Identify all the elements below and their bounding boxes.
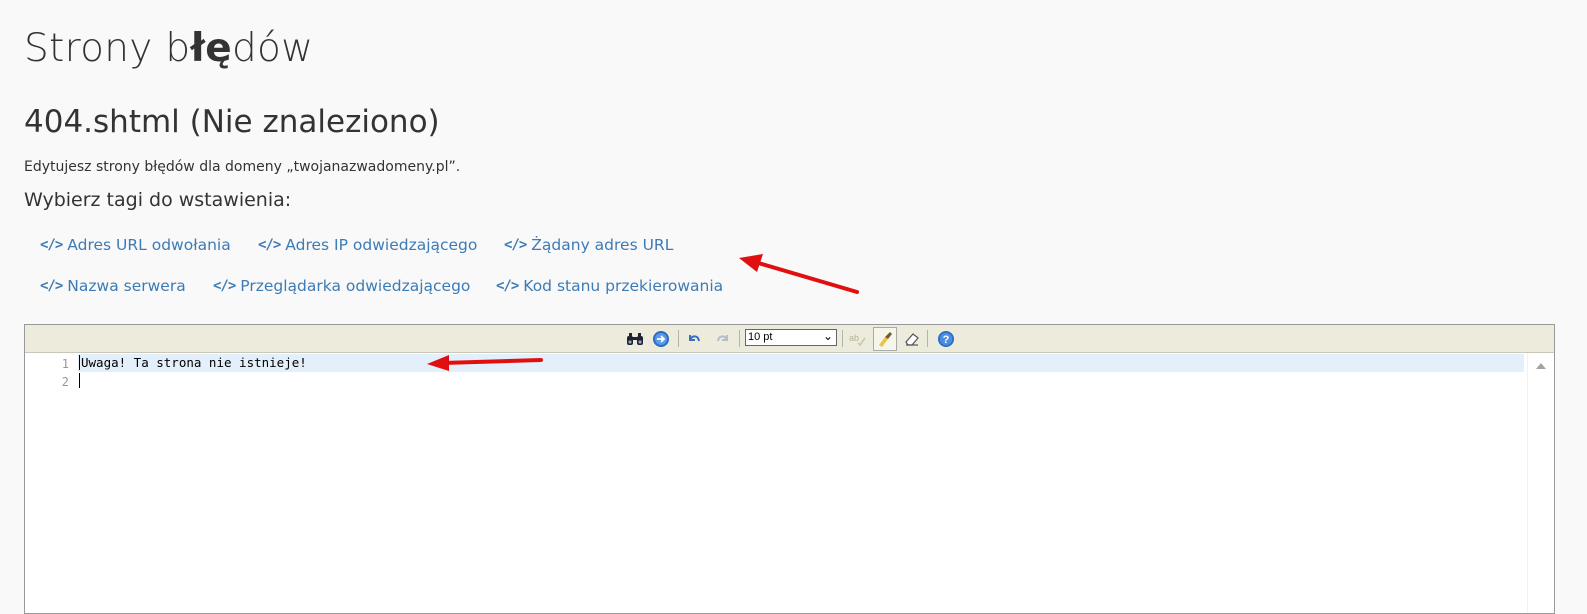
tag-server-name[interactable]: </> Nazwa serwera [40,277,186,295]
code-icon: </> [40,278,63,294]
code-icon: </> [504,237,527,253]
spellcheck-icon[interactable]: ab [847,329,867,349]
tag-visitor-ip[interactable]: </> Adres IP odwiedzającego [258,236,477,254]
vertical-scrollbar[interactable] [1527,353,1554,613]
page-title-part: dów [231,26,314,71]
font-size-select[interactable]: 10 pt ⌄ [745,329,837,346]
line-number: 1 [61,357,69,371]
tag-redirect-status[interactable]: </> Kod stanu przekierowania [496,277,723,295]
tag-label: Przeglądarka odwiedzającego [240,277,471,295]
tag-label: Adres URL odwołania [67,236,231,254]
go-to-line-icon[interactable] [651,329,671,349]
editor-toolbar: 10 pt ⌄ ab ? [25,325,1554,353]
code-line[interactable]: Uwaga! Ta strona nie istnieje! [79,355,307,370]
undo-icon[interactable] [684,329,704,349]
svg-text:ab: ab [849,333,859,343]
tag-visitor-browser[interactable]: </> Przeglądarka odwiedzającego [213,277,470,295]
code-icon: </> [496,278,519,294]
tag-label: Adres IP odwiedzającego [285,236,478,254]
redo-icon[interactable] [713,329,733,349]
code-icon: </> [213,278,236,294]
help-icon[interactable]: ? [936,329,956,349]
reset-icon[interactable] [902,329,922,349]
domain-description: Edytujesz strony błędów dla domeny „twoj… [24,159,461,175]
chevron-down-icon: ⌄ [822,329,833,343]
error-page-subtitle: 404.shtml (Nie znaleziono) [24,104,440,140]
line-number: 2 [61,375,69,389]
tag-label: Żądany adres URL [531,236,674,254]
code-editor[interactable]: 10 pt ⌄ ab ? 1 2 Uwaga! Ta strona nie is… [24,324,1555,614]
code-icon: </> [40,237,63,253]
tag-label: Nazwa serwera [67,277,186,295]
scroll-up-arrow-icon[interactable] [1536,363,1546,369]
tags-heading: Wybierz tagi do wstawienia: [24,189,292,211]
code-line[interactable] [79,373,81,388]
svg-text:?: ? [943,334,950,346]
highlight-icon[interactable] [873,327,897,351]
code-icon: </> [258,237,281,253]
tag-requested-url[interactable]: </> Żądany adres URL [504,236,673,254]
page-title-bold-part: łę [190,26,232,71]
tag-referring-url[interactable]: </> Adres URL odwołania [40,236,231,254]
page-title: Strony błędów [24,26,313,71]
annotation-arrow-icon [739,254,859,294]
search-icon[interactable] [625,329,645,349]
page-title-part: Strony b [24,26,191,71]
font-size-value: 10 pt [748,331,773,343]
line-number-gutter: 1 2 [25,353,77,613]
tag-label: Kod stanu przekierowania [523,277,724,295]
